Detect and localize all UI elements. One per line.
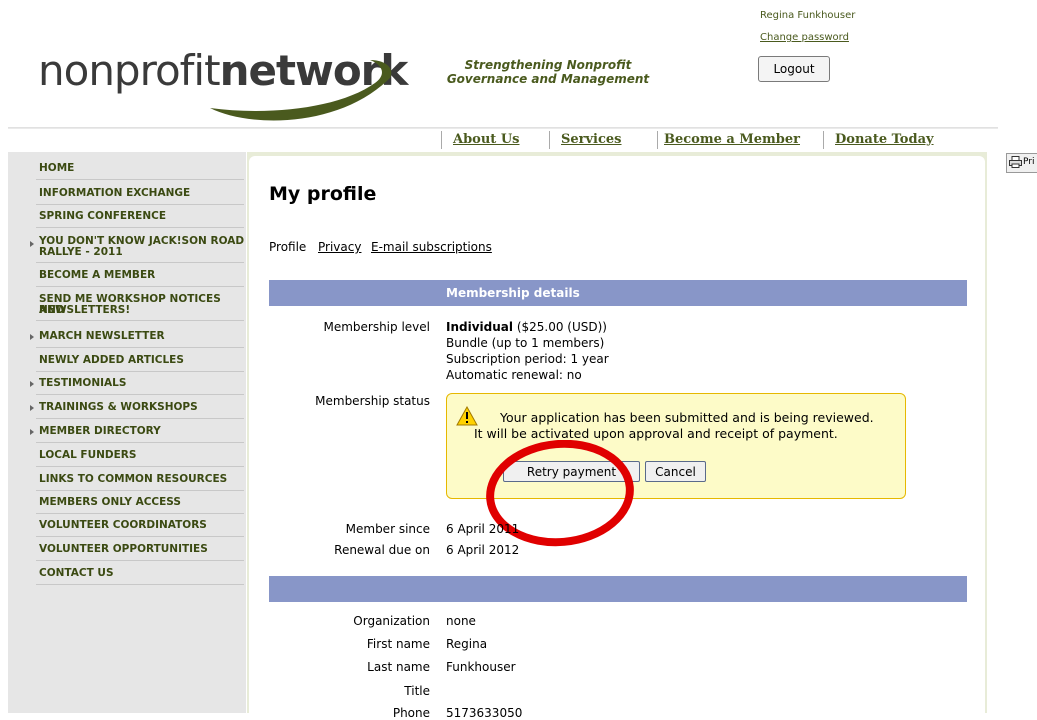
submenu-arrow-icon [30,405,34,411]
title-label: Title [404,684,430,698]
sidebar-divider [36,560,244,561]
sidebar-divider [36,320,244,321]
nav-services[interactable]: Services [561,132,622,147]
sidebar-divider [36,536,244,537]
member-since-label: Member since [345,522,430,536]
logo-swoosh-icon [210,60,392,121]
tagline-line-2: Governance and Management [446,72,650,86]
header-divider [8,127,998,129]
submenu-arrow-icon [30,334,34,340]
bundle-info: Bundle (up to 1 members) [446,336,605,350]
sidebar-divider [36,347,244,348]
sidebar-item-label-line2: RALLYE - 2011 [39,246,123,258]
user-name: Regina Funkhouser [760,10,856,21]
tagline-line-1: Strengthening Nonprofit [464,58,632,72]
organization-label: Organization [353,614,430,628]
membership-details-header [269,280,967,306]
level-price: ($25.00 (USD)) [513,320,607,334]
sidebar-item-label: NEWLY ADDED ARTICLES [39,354,184,366]
tab-privacy[interactable]: Privacy [318,240,361,254]
printer-icon [1009,156,1022,168]
sidebar-item-label: INFORMATION EXCHANGE [39,187,191,199]
organization-value: none [446,614,476,628]
sidebar-divider [36,371,244,372]
renewal-due-value: 6 April 2012 [446,543,520,557]
sidebar-divider [36,418,244,419]
phone-value: 5173633050 [446,706,523,720]
sidebar-item-label: LINKS TO COMMON RESOURCES [39,473,228,485]
sidebar-item-label: MARCH NEWSLETTER [39,330,165,342]
sidebar-divider [36,394,244,395]
submenu-arrow-icon [30,241,34,247]
sidebar-item-label: BECOME A MEMBER [39,269,156,281]
membership-level-label: Membership level [323,320,430,334]
print-button[interactable]: Pri [1006,153,1037,173]
sidebar-item-label: CONTACT US [39,567,114,579]
print-label: Pri [1023,157,1035,167]
sidebar-item-label: VOLUNTEER OPPORTUNITIES [39,543,208,555]
nav-become-a-member[interactable]: Become a Member [664,132,800,147]
sidebar-divider [36,466,244,467]
page-title: My profile [269,183,377,205]
membership-level-value: Individual ($25.00 (USD)) [446,320,607,334]
subscription-period: Subscription period: 1 year [446,352,609,366]
level-name: Individual [446,320,513,334]
nav-separator [657,131,658,149]
sidebar-divider [36,227,244,228]
sidebar-divider [36,584,244,585]
nav-separator [823,131,824,149]
tagline: Strengthening Nonprofit Governance and M… [442,58,654,86]
sidebar-divider [36,262,244,263]
nav-about-us[interactable]: About Us [453,132,520,147]
sidebar-item-label: SPRING CONFERENCE [39,210,166,222]
submenu-arrow-icon [30,429,34,435]
sidebar-divider [36,179,244,180]
sidebar-divider [36,490,244,491]
first-name-value: Regina [446,637,488,651]
last-name-label: Last name [367,660,430,674]
logout-button[interactable]: Logout [758,56,830,82]
sidebar: HOME INFORMATION EXCHANGE SPRING CONFERENC… [8,152,246,713]
submenu-arrow-icon [30,381,34,387]
tab-email-subscriptions[interactable]: E-mail subscriptions [371,240,492,254]
first-name-label: First name [366,637,430,651]
personal-details-header [269,576,967,602]
sidebar-item-label: MEMBERS ONLY ACCESS [39,496,181,508]
tab-profile: Profile [269,240,307,254]
nav-donate-today[interactable]: Donate Today [835,132,934,147]
sidebar-item-label: MEMBER DIRECTORY [39,425,161,437]
change-password-link[interactable]: Change password [760,32,849,43]
phone-label: Phone [392,706,430,720]
member-since-value: 6 April 2011 [446,522,520,536]
sidebar-divider [36,204,244,205]
sidebar-item-label-line2: NEWSLETTERS! [39,304,131,316]
sidebar-item-label: TRAININGS & WORKSHOPS [39,401,198,413]
sidebar-divider [36,286,244,287]
nav-separator [441,131,442,149]
status-message: Your application has been submitted and … [474,410,874,441]
sidebar-item-label: TESTIMONIALS [39,377,127,389]
sidebar-divider [36,442,244,443]
sidebar-divider [36,513,244,514]
membership-status-label: Membership status [315,394,430,408]
sidebar-item-label: LOCAL FUNDERS [39,449,137,461]
automatic-renewal: Automatic renewal: no [446,368,582,382]
nav-separator [549,131,550,149]
last-name-value: Funkhouser [446,660,516,674]
membership-details-title: Membership details [446,286,580,300]
renewal-due-label: Renewal due on [334,543,430,557]
sidebar-item-label: HOME [39,162,75,174]
sidebar-item-label: VOLUNTEER COORDINATORS [39,519,207,531]
